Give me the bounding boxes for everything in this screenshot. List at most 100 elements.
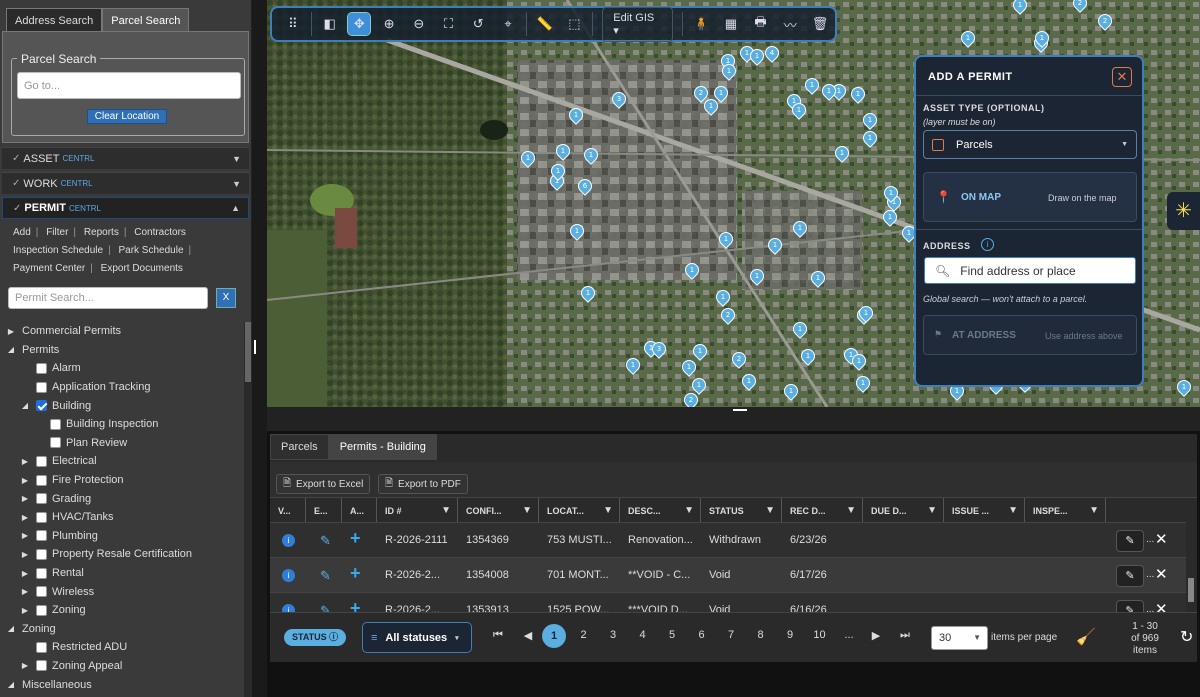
collapse-arrow-icon[interactable]: ◢ (20, 401, 30, 410)
layer-checkbox[interactable] (36, 511, 47, 523)
parcel-search-input[interactable] (17, 72, 241, 99)
asset-type-select[interactable]: Parcels ▼ (923, 130, 1137, 159)
filter-icon[interactable]: ▼ (927, 505, 937, 516)
layer-checkbox[interactable] (36, 567, 47, 579)
table-row[interactable]: i ✎ + R-2026-2111 1354369 753 MUSTI... Renovat… (270, 522, 1187, 557)
expand-arrow-icon[interactable]: ▶ (6, 327, 16, 336)
tree-item[interactable]: ▶ Property Resale Certification (0, 545, 244, 564)
add-link[interactable]: Add (13, 227, 31, 238)
accordion-asset[interactable]: ✓ ASSET CENTRL ▼ (2, 147, 249, 169)
grid-column-header[interactable]: A... (342, 498, 377, 523)
layer-checkbox[interactable] (36, 400, 47, 412)
measure-icon[interactable]: 📏 (534, 13, 556, 35)
page-number[interactable]: 10 (810, 629, 830, 641)
grid-column-header[interactable]: V... (270, 498, 306, 523)
export-excel-button[interactable]: 🗎 Export to Excel (276, 474, 371, 494)
tree-item[interactable]: ◢ Permits (0, 341, 244, 360)
expand-arrow-icon[interactable]: ▶ (20, 569, 30, 578)
tree-item[interactable]: ▶ Commercial Permits (0, 322, 244, 341)
layer-checkbox[interactable] (36, 641, 47, 653)
tree-scrollbar[interactable] (244, 322, 252, 697)
widget-launcher-icon[interactable]: ✳ (1167, 192, 1200, 230)
page-number[interactable]: ... (839, 629, 859, 641)
rotate-icon[interactable]: ↺ (467, 13, 489, 35)
trash-icon[interactable]: 🗑 (809, 13, 831, 35)
page-number[interactable]: 3 (603, 629, 623, 641)
clear-location-button[interactable]: Clear Location (87, 109, 167, 124)
page-number[interactable]: 6 (692, 629, 712, 641)
next-page-icon[interactable]: ▶ (866, 629, 886, 642)
collapse-arrow-icon[interactable]: ◢ (6, 624, 16, 633)
layer-checkbox[interactable] (50, 418, 61, 430)
collapse-arrow-icon[interactable]: ◢ (6, 345, 16, 354)
toggle-panel-icon[interactable]: ◧ (319, 13, 341, 35)
table-row[interactable]: i ✎ + R-2026-2... 1354008 701 MONT... **VOID -… (270, 557, 1187, 592)
zoom-out-icon[interactable]: ⊖ (408, 13, 430, 35)
page-number[interactable]: 7 (721, 629, 741, 641)
tree-item[interactable]: ◢ Zoning (0, 620, 244, 639)
layer-checkbox[interactable] (36, 381, 47, 393)
layer-checkbox[interactable] (36, 548, 47, 560)
per-page-select[interactable]: 30 ▼ (931, 626, 988, 650)
layer-checkbox[interactable] (36, 586, 47, 598)
map-grid-divider[interactable] (267, 407, 1200, 431)
prev-page-icon[interactable]: ◀ (518, 629, 538, 642)
last-page-icon[interactable]: ⏭ (895, 629, 915, 642)
pencil-icon[interactable]: ✎ (1116, 565, 1144, 587)
tree-item[interactable]: ▶ Zoning (0, 601, 244, 620)
filter-icon[interactable]: ▼ (1089, 505, 1099, 516)
expand-arrow-icon[interactable]: ▶ (20, 606, 30, 615)
filter-icon[interactable]: ▼ (522, 505, 532, 516)
edit-icon[interactable]: ✎ (320, 568, 331, 584)
info-icon[interactable]: i (981, 238, 994, 251)
more-icon[interactable]: ... (1146, 569, 1154, 580)
tab-parcels[interactable]: Parcels (270, 434, 329, 460)
filter-icon[interactable]: ▼ (603, 505, 613, 516)
tree-scrollbar-thumb[interactable] (245, 322, 251, 382)
delete-icon[interactable]: ✕ (1155, 565, 1168, 583)
page-number[interactable]: 9 (780, 629, 800, 641)
collapse-arrow-icon[interactable]: ◢ (6, 680, 16, 689)
filter-icon[interactable]: ▼ (441, 505, 451, 516)
filter-icon[interactable]: ▼ (1008, 505, 1018, 516)
grid-scrollbar[interactable] (1186, 520, 1196, 612)
tree-item[interactable]: ▶ Rental (0, 564, 244, 583)
tree-item[interactable]: ▶ Grading (0, 489, 244, 508)
zoom-in-icon[interactable]: ⊕ (378, 13, 400, 35)
grid-column-header[interactable]: E... (306, 498, 342, 523)
reports-link[interactable]: Reports (84, 227, 119, 238)
address-search-input[interactable]: 🔍︎ Find address or place (924, 257, 1136, 284)
expand-arrow-icon[interactable]: ▶ (20, 587, 30, 596)
tree-item[interactable]: ▶ HVAC/Tanks (0, 508, 244, 527)
layer-checkbox[interactable] (36, 493, 47, 505)
tree-item[interactable]: Application Tracking (0, 378, 244, 397)
grid-column-header[interactable]: DESC... ▼ (620, 498, 701, 523)
inspection-schedule-link[interactable]: Inspection Schedule (13, 245, 103, 256)
layer-checkbox[interactable] (36, 474, 47, 486)
edit-gis-button[interactable]: Edit GIS ▾ (602, 6, 674, 42)
add-icon[interactable]: + (350, 563, 361, 584)
expand-arrow-icon[interactable]: ▶ (20, 494, 30, 503)
basemap-grid-icon[interactable]: ▦ (720, 13, 742, 35)
layer-checkbox[interactable] (36, 660, 47, 672)
divider-handle[interactable] (733, 409, 747, 411)
grip-icon[interactable]: ⠿ (282, 13, 304, 35)
filter-icon[interactable]: ▼ (846, 505, 856, 516)
close-icon[interactable]: ✕ (1112, 67, 1132, 87)
expand-arrow-icon[interactable]: ▶ (20, 661, 30, 670)
expand-arrow-icon[interactable]: ▶ (20, 550, 30, 559)
select-icon[interactable]: ⬚ (564, 13, 586, 35)
page-number[interactable]: 2 (574, 629, 594, 641)
pencil-icon[interactable]: ✎ (1116, 530, 1144, 552)
more-icon[interactable]: ... (1146, 534, 1154, 545)
sidebar-splitter[interactable] (252, 0, 267, 697)
tree-item[interactable]: Alarm (0, 359, 244, 378)
contractors-link[interactable]: Contractors (134, 227, 186, 238)
edit-icon[interactable]: ✎ (320, 533, 331, 549)
tree-item[interactable]: Plan Review (0, 434, 244, 453)
page-number[interactable]: 5 (662, 629, 682, 641)
grid-column-header[interactable]: ID # ▼ (377, 498, 458, 523)
tree-item[interactable]: ▶ Zoning Appeal (0, 657, 244, 676)
expand-arrow-icon[interactable]: ▶ (20, 513, 30, 522)
tree-item[interactable]: ◢ Building (0, 396, 244, 415)
